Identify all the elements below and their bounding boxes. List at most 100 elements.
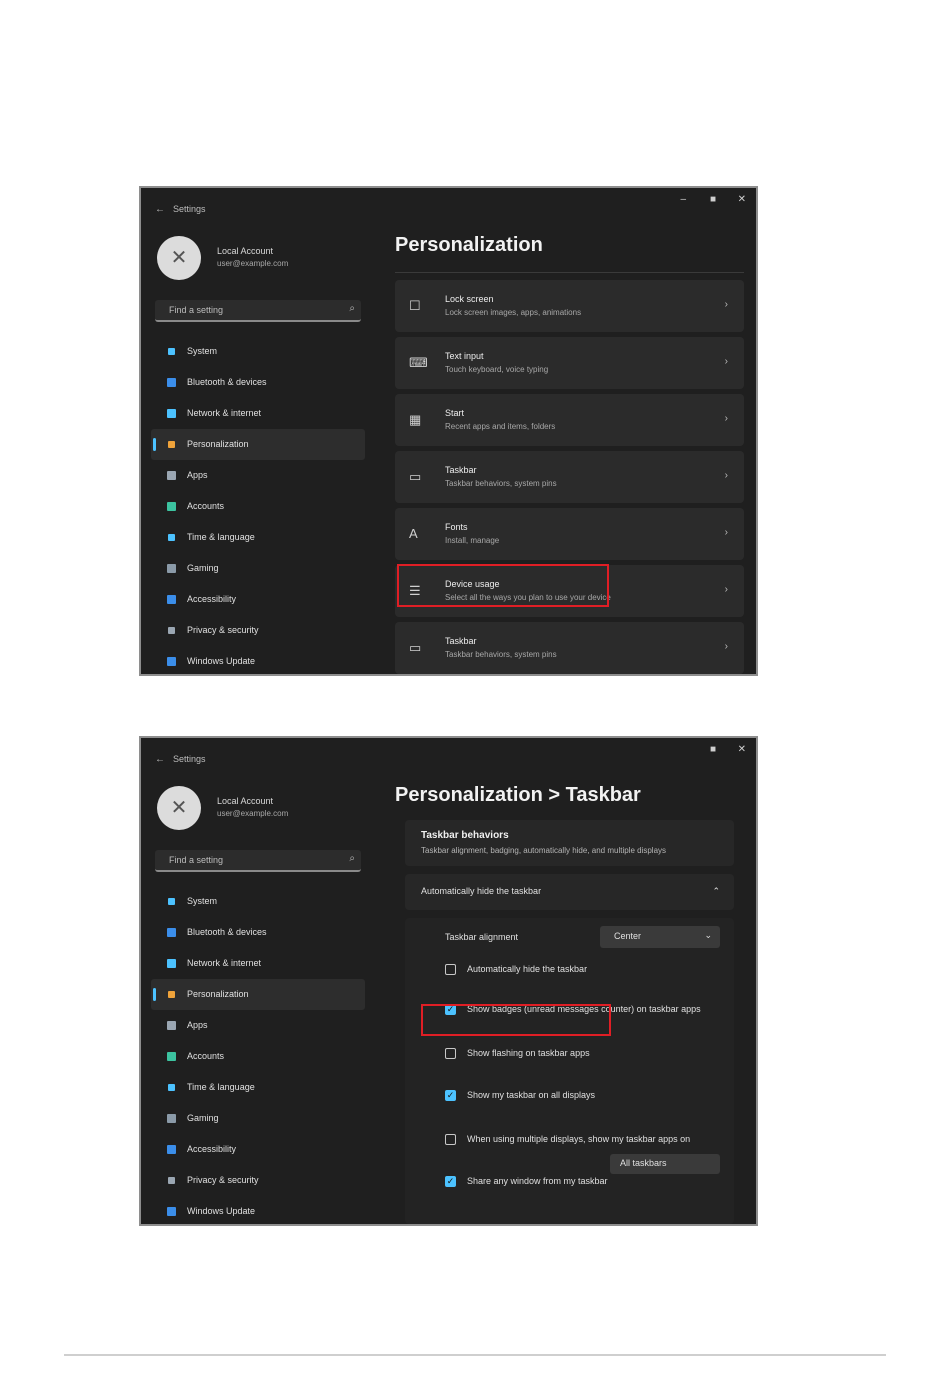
search-input[interactable]: Find a setting ⌕ <box>155 850 361 872</box>
taskbar-option[interactable]: Automatically hide the taskbar <box>445 962 724 982</box>
back-arrow-icon[interactable]: ← <box>155 204 165 215</box>
sidebar-item[interactable]: Privacy & security <box>151 1165 365 1196</box>
multi-display-dropdown[interactable]: All taskbars <box>610 1154 720 1174</box>
settings-card[interactable]: ⌨ Text input Touch keyboard, voice typing › <box>395 337 744 389</box>
card-title: Start <box>445 408 465 418</box>
maximize-icon[interactable]: ■ <box>710 194 716 205</box>
sidebar-item[interactable]: Bluetooth & devices <box>151 367 365 398</box>
sidebar-item[interactable]: Bluetooth & devices <box>151 917 365 948</box>
settings-card[interactable]: A Fonts Install, manage › <box>395 508 744 560</box>
sidebar-item-label: Bluetooth & devices <box>187 927 267 937</box>
option-label: When using multiple displays, show my ta… <box>467 1134 691 1144</box>
taskbar-option[interactable]: ✓ Share any window from my taskbar <box>445 1174 724 1194</box>
settings-screenshot-taskbar: ← Settings ■ ✕ ✕ Local Account user@exam… <box>139 736 758 1226</box>
nav-item-icon <box>168 348 175 355</box>
page-title: Personalization <box>395 234 543 256</box>
sidebar-item[interactable]: Accessibility <box>151 584 365 615</box>
checkbox[interactable] <box>445 1048 456 1059</box>
nav-item-icon <box>167 959 176 968</box>
card-title: Taskbar <box>445 636 477 646</box>
close-icon[interactable]: ✕ <box>738 194 746 205</box>
card-description: Recent apps and items, folders <box>445 422 556 431</box>
sidebar-item[interactable]: Windows Update <box>151 646 365 674</box>
sidebar-item[interactable]: Time & language <box>151 522 365 553</box>
fonts-icon: A <box>409 526 418 541</box>
sidebar-item[interactable]: Network & internet <box>151 948 365 979</box>
sidebar-item[interactable]: Personalization <box>151 979 365 1010</box>
alignment-label: Taskbar alignment <box>445 932 519 942</box>
sidebar-item[interactable]: Windows Update <box>151 1196 365 1224</box>
close-icon[interactable]: ✕ <box>738 744 746 755</box>
sidebar-item[interactable]: Gaming <box>151 1103 365 1134</box>
sidebar-item[interactable]: Network & internet <box>151 398 365 429</box>
back-arrow-icon[interactable]: ← <box>155 754 165 765</box>
sidebar-item-label: Apps <box>187 470 208 480</box>
sidebar-item[interactable]: Apps <box>151 1010 365 1041</box>
settings-card[interactable]: ▭ Taskbar Taskbar behaviors, system pins › <box>395 622 744 674</box>
taskbar-highlight-box <box>397 564 609 607</box>
nav-item-icon <box>167 657 176 666</box>
card-title: Lock screen <box>445 294 494 304</box>
multi-display-value: All taskbars <box>620 1158 667 1168</box>
settings-card[interactable]: ▭ Taskbar Taskbar behaviors, system pins › <box>395 451 744 503</box>
nav-item-icon <box>167 1145 176 1154</box>
search-input[interactable]: Find a setting ⌕ <box>155 300 361 322</box>
start-icon: ▦ <box>409 412 422 427</box>
avatar[interactable]: ✕ <box>157 236 201 280</box>
sidebar-item[interactable]: Privacy & security <box>151 615 365 646</box>
sidebar-item[interactable]: Personalization <box>151 429 365 460</box>
taskbar-option[interactable]: Show flashing on taskbar apps <box>445 1046 724 1066</box>
sidebar-item-label: Privacy & security <box>187 625 259 635</box>
minimize-icon[interactable]: – <box>680 194 686 205</box>
sidebar-item-label: Network & internet <box>187 958 262 968</box>
sidebar-item[interactable]: Gaming <box>151 553 365 584</box>
sidebar-item-label: Accounts <box>187 501 225 511</box>
nav-item-icon <box>168 534 175 541</box>
sidebar-item-label: Privacy & security <box>187 1175 259 1185</box>
nav-item-icon <box>167 409 176 418</box>
sidebar-item[interactable]: System <box>151 886 365 917</box>
chevron-right-icon: › <box>724 356 728 367</box>
chevron-right-icon: › <box>724 641 728 652</box>
chevron-right-icon: › <box>724 527 728 538</box>
checkbox[interactable]: ✓ <box>445 1176 456 1187</box>
keyboard-icon: ⌨ <box>409 355 428 370</box>
alignment-dropdown[interactable]: Center ⌄ <box>600 926 720 948</box>
sidebar-item-label: Apps <box>187 1020 208 1030</box>
sidebar-item-label: Accessibility <box>187 1144 237 1154</box>
nav-item-icon <box>167 1207 176 1216</box>
taskbar-behaviors-row[interactable]: Automatically hide the taskbar ⌃ <box>405 874 734 910</box>
sidebar-item[interactable]: Apps <box>151 460 365 491</box>
nav-item-icon <box>167 1052 176 1061</box>
sidebar-item-label: Accounts <box>187 1051 225 1061</box>
settings-card[interactable]: ☐ Lock screen Lock screen images, apps, an… <box>395 280 744 332</box>
sidebar-item[interactable]: Time & language <box>151 1072 365 1103</box>
card-description: Taskbar behaviors, system pins <box>445 650 557 659</box>
checkbox[interactable] <box>445 964 456 975</box>
checkbox[interactable]: ✓ <box>445 1090 456 1101</box>
maximize-icon[interactable]: ■ <box>710 744 716 755</box>
settings-card[interactable]: ▦ Start Recent apps and items, folders › <box>395 394 744 446</box>
nav-item-icon <box>167 502 176 511</box>
avatar[interactable]: ✕ <box>157 786 201 830</box>
sidebar-item-label: Windows Update <box>187 1206 256 1216</box>
sidebar-item-label: Time & language <box>187 1082 255 1092</box>
sidebar-item[interactable]: Accounts <box>151 1041 365 1072</box>
sidebar-item-label: Network & internet <box>187 408 262 418</box>
checkbox[interactable] <box>445 1134 456 1145</box>
taskbar-option[interactable]: When using multiple displays, show my ta… <box>445 1132 724 1152</box>
sidebar-item-label: Personalization <box>187 439 249 449</box>
sidebar-item-label: System <box>187 346 218 356</box>
chevron-right-icon: › <box>724 299 728 310</box>
chevron-up-icon: ⌃ <box>712 886 720 896</box>
taskbar-behaviors-header[interactable]: Taskbar behaviors Taskbar alignment, bad… <box>405 820 734 866</box>
taskbar-option[interactable]: ✓ Show my taskbar on all displays <box>445 1088 724 1108</box>
sidebar: ✕ Local Account user@example.com Find a … <box>141 774 369 1224</box>
chevron-right-icon: › <box>724 413 728 424</box>
chevron-right-icon: › <box>724 584 728 595</box>
sidebar-item[interactable]: System <box>151 336 365 367</box>
sidebar-item[interactable]: Accessibility <box>151 1134 365 1165</box>
user-name: Local Account <box>217 246 274 256</box>
sidebar-item[interactable]: Accounts <box>151 491 365 522</box>
option-label: Show flashing on taskbar apps <box>467 1048 590 1058</box>
